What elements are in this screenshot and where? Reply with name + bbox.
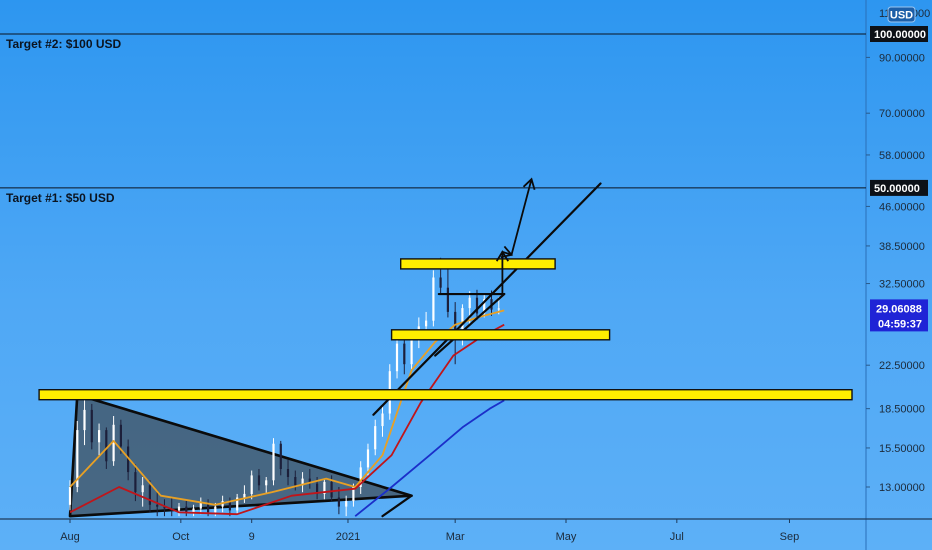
x-tick-label: Sep bbox=[780, 531, 800, 543]
candle-body bbox=[90, 409, 93, 443]
y-tick-label: 13.00000 bbox=[879, 482, 925, 494]
candle-body bbox=[265, 480, 268, 486]
candle-body bbox=[134, 472, 137, 493]
candle-body bbox=[148, 485, 151, 505]
x-tick-label: Aug bbox=[60, 531, 80, 543]
candle-body bbox=[105, 430, 108, 462]
x-tick-label: May bbox=[556, 531, 577, 543]
y-tick-label: 22.50000 bbox=[879, 360, 925, 372]
candle-body bbox=[68, 487, 72, 505]
candle-body bbox=[337, 497, 340, 507]
candle-body bbox=[192, 508, 195, 513]
candle-body bbox=[330, 481, 333, 498]
candle-body bbox=[214, 506, 217, 513]
support-zone bbox=[390, 329, 611, 341]
support-zone bbox=[400, 258, 556, 270]
candle-body bbox=[468, 297, 471, 309]
y-tick-label: 32.50000 bbox=[879, 279, 925, 291]
candle-body bbox=[374, 426, 377, 450]
candle-body bbox=[83, 409, 86, 431]
price-tag-label: 100.00000 bbox=[874, 29, 926, 41]
y-tick-label: 70.00000 bbox=[879, 108, 925, 120]
candle-body bbox=[432, 277, 435, 321]
candle-body bbox=[366, 449, 370, 468]
currency-button-label: USD bbox=[890, 10, 913, 22]
y-tick-label: 15.50000 bbox=[879, 443, 925, 455]
candle-body bbox=[403, 343, 406, 365]
y-tick-label: 90.00000 bbox=[879, 52, 925, 64]
candle-body bbox=[257, 475, 261, 486]
x-tick-label: 9 bbox=[249, 531, 255, 543]
support-zone bbox=[38, 389, 853, 401]
candle-body bbox=[395, 343, 399, 372]
chart-window: Target #2: $100 USD Target #1: $50 USD 90.… bbox=[0, 0, 932, 550]
candle-body bbox=[381, 413, 384, 427]
price-tag-label: 50.00000 bbox=[874, 183, 920, 195]
candle-body bbox=[345, 501, 348, 507]
candle-body bbox=[425, 320, 428, 327]
candle-body bbox=[199, 502, 202, 509]
candle-body bbox=[272, 443, 275, 481]
candle-body bbox=[294, 477, 297, 486]
y-tick-label: 46.00000 bbox=[879, 201, 925, 213]
target-label: Target #1: $50 USD bbox=[6, 191, 115, 205]
candle-body bbox=[119, 424, 122, 447]
target-label: Target #2: $100 USD bbox=[6, 37, 121, 51]
candle-body bbox=[185, 506, 188, 513]
x-tick-label: Oct bbox=[172, 531, 189, 543]
candle-body bbox=[279, 443, 282, 469]
candle-body bbox=[497, 308, 500, 310]
candle-body bbox=[446, 287, 449, 312]
candle-body bbox=[286, 469, 290, 477]
candle-body bbox=[156, 504, 159, 507]
y-tick-label: 18.50000 bbox=[879, 404, 925, 416]
candle-body bbox=[243, 493, 246, 498]
candle-body bbox=[250, 475, 253, 494]
current-price-label: 29.06088 bbox=[876, 303, 922, 315]
candle-body bbox=[177, 506, 181, 511]
countdown-label: 04:59:37 bbox=[878, 318, 922, 330]
candle-body bbox=[141, 485, 144, 493]
x-tick-label: Mar bbox=[446, 531, 465, 543]
candle-body bbox=[98, 430, 101, 443]
candle-body bbox=[439, 277, 442, 288]
x-tick-label: 2021 bbox=[336, 531, 360, 543]
candle-body bbox=[410, 337, 413, 365]
projection-path bbox=[501, 178, 533, 294]
trendline bbox=[381, 494, 413, 518]
trendline bbox=[372, 182, 602, 416]
y-tick-label: 38.50000 bbox=[879, 241, 925, 253]
ma-line-ma-slow bbox=[354, 399, 505, 517]
x-tick-label: Jul bbox=[670, 531, 684, 543]
price-chart[interactable]: Target #2: $100 USD Target #1: $50 USD 90.… bbox=[0, 0, 932, 550]
triangle-pattern bbox=[68, 393, 413, 518]
y-tick-label: 58.00000 bbox=[879, 150, 925, 162]
